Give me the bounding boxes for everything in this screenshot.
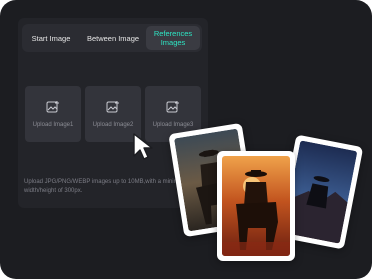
upload-image-1-button[interactable]: Upload Image1 [25, 86, 81, 142]
upload-slot-label: Upload Image1 [32, 122, 74, 128]
app-frame: Start Image Between Image References Ima… [0, 0, 372, 279]
image-add-icon [106, 101, 119, 113]
tab-references-images[interactable]: References Images [146, 26, 200, 50]
reference-card-center [217, 151, 295, 261]
image-add-icon [46, 101, 59, 113]
tab-between-image[interactable]: Between Image [82, 24, 144, 52]
mode-tabs: Start Image Between Image References Ima… [22, 24, 202, 52]
mouse-pointer-icon [133, 133, 153, 160]
cowboy-sunset-photo [222, 156, 290, 256]
upload-slot-label: Upload Image3 [152, 122, 194, 128]
tab-label: Start Image [31, 33, 71, 43]
tab-start-image[interactable]: Start Image [22, 24, 80, 52]
upload-slot-label: Upload Image2 [92, 122, 134, 128]
image-add-icon [166, 101, 179, 113]
tab-label: Between Image [86, 33, 140, 43]
tab-label: References Images [153, 29, 193, 47]
